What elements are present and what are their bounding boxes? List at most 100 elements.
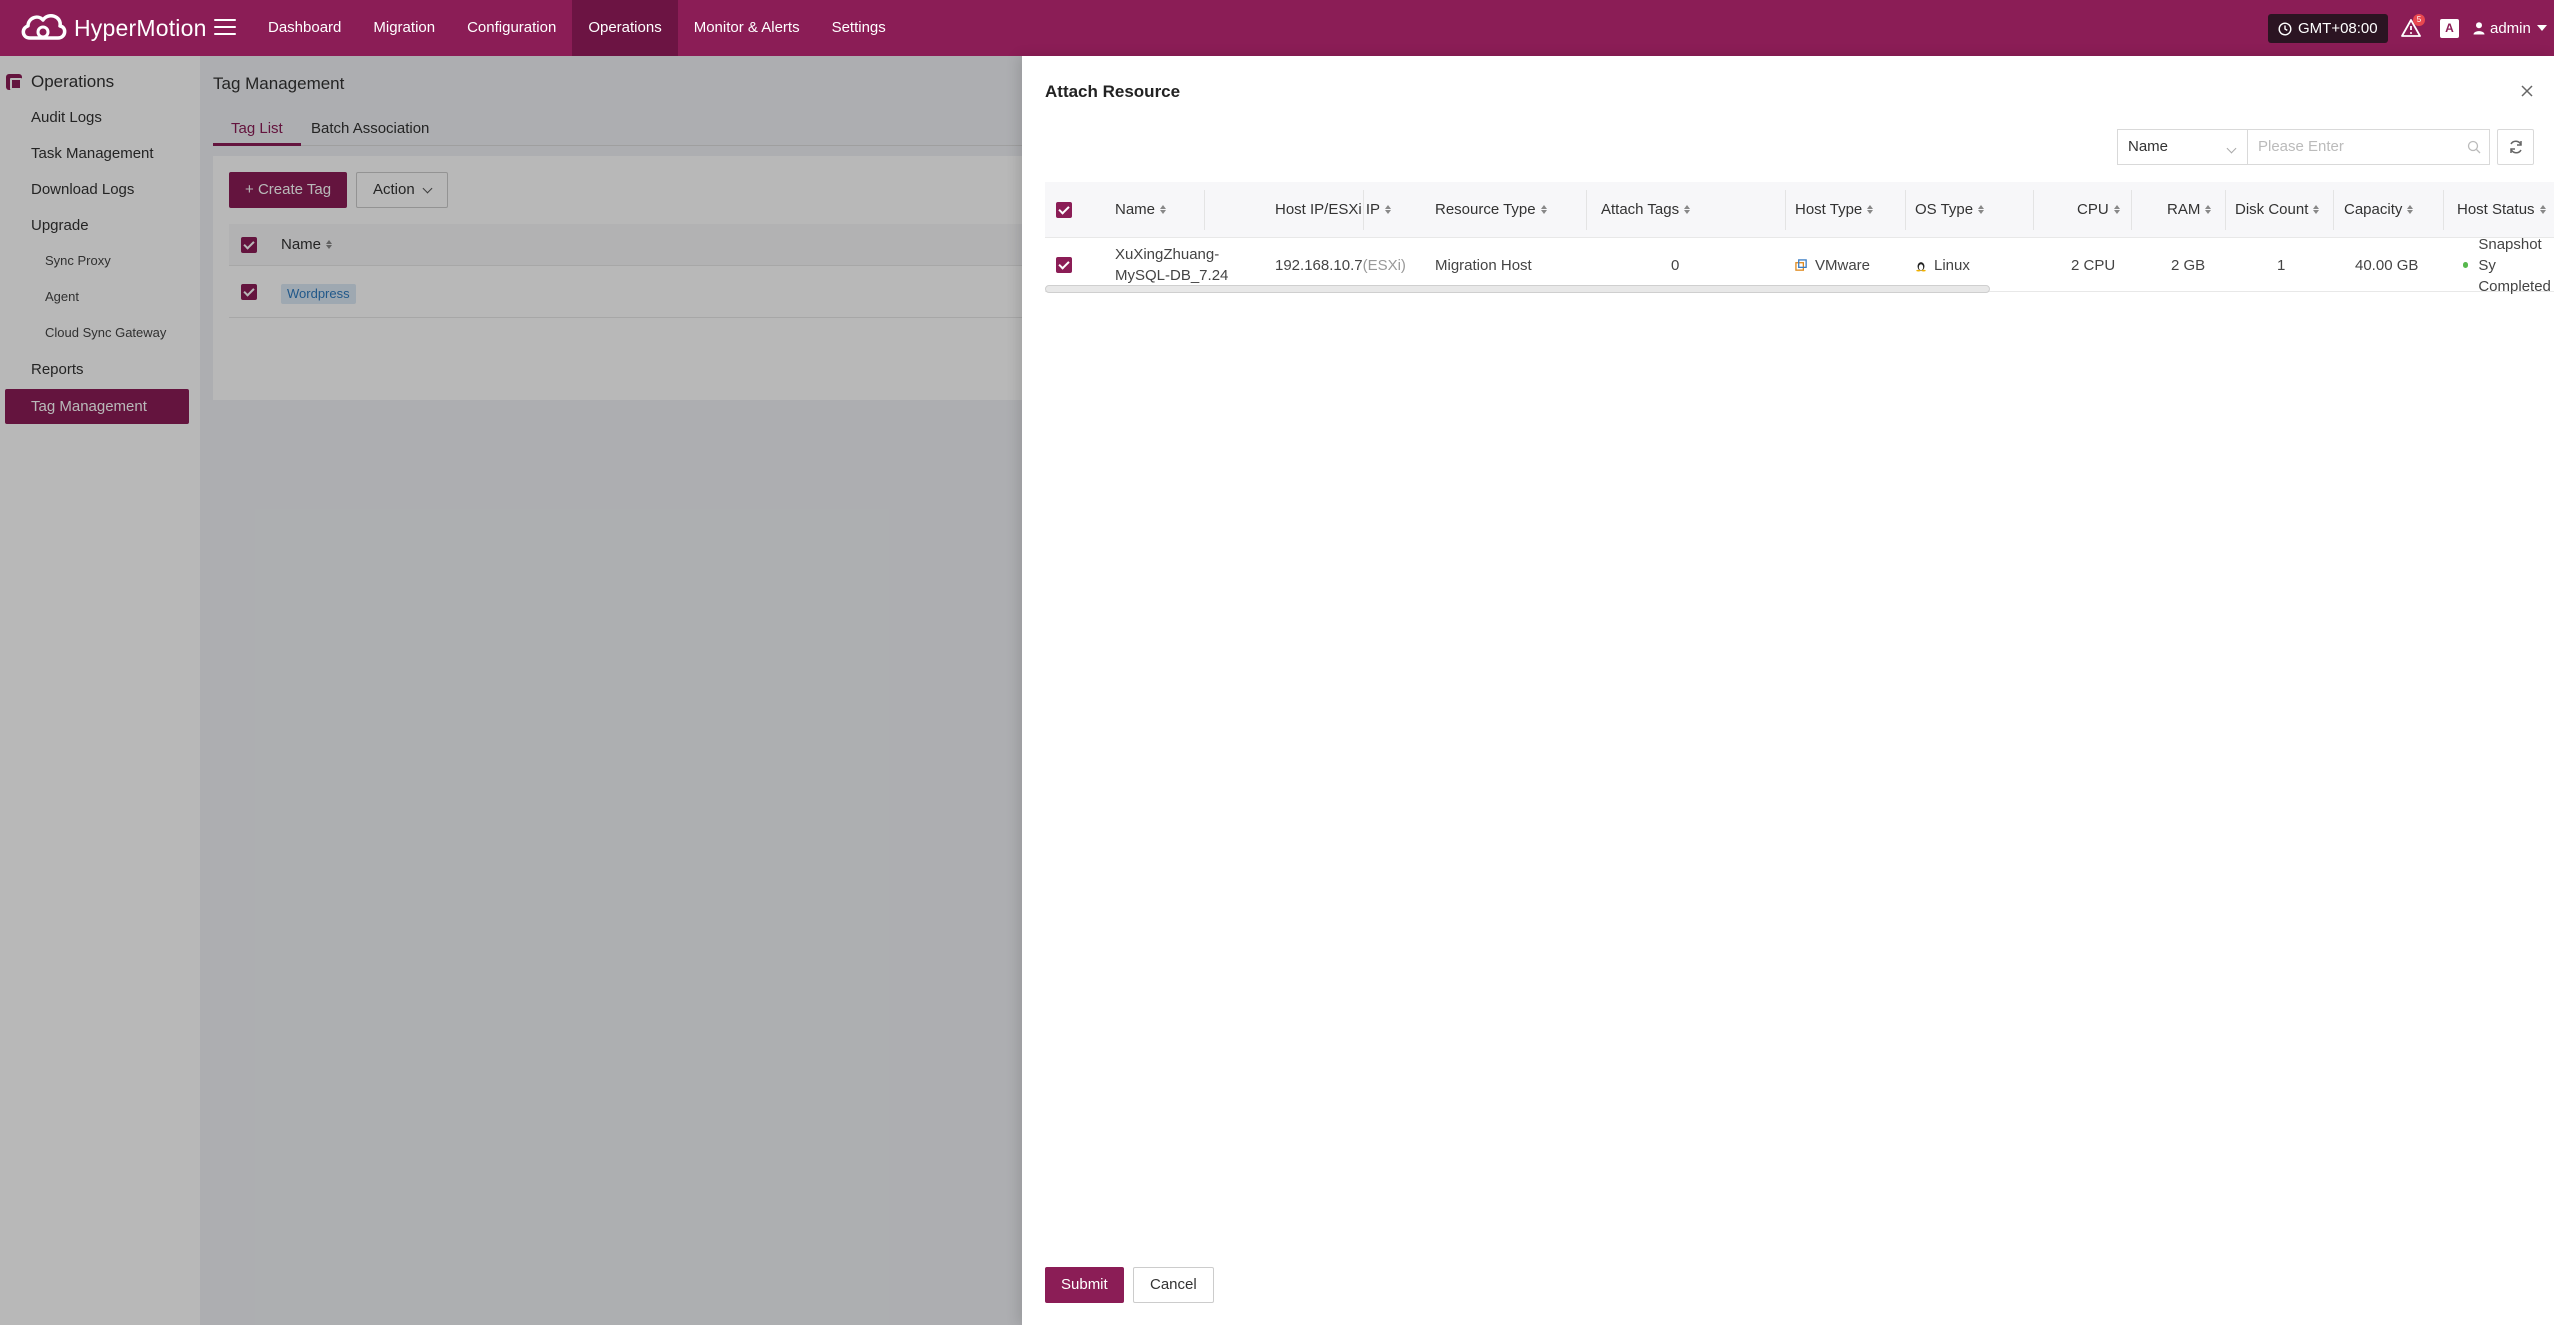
column-divider — [1905, 190, 1906, 230]
app-logo[interactable]: HyperMotion — [18, 8, 207, 48]
main-nav: Dashboard Migration Configuration Operat… — [252, 0, 902, 56]
chevron-down-icon — [2226, 143, 2237, 154]
column-header-host-ip[interactable]: Host IP/ESXi IP — [1275, 201, 1392, 218]
sort-icon — [1160, 205, 1167, 214]
nav-operations[interactable]: Operations — [572, 0, 678, 56]
cell-name: XuXingZhuang- MySQL-DB_7.24 — [1115, 238, 1228, 292]
host-status-line2: Completed — [2478, 277, 2551, 295]
top-navbar: HyperMotion Dashboard Migration Configur… — [0, 0, 2554, 56]
app-name: HyperMotion — [74, 14, 207, 41]
column-header-host-type[interactable]: Host Type — [1795, 201, 1874, 218]
sort-icon — [2113, 205, 2120, 214]
column-header-label: Disk Count — [2235, 201, 2309, 218]
host-type-label: VMware — [1815, 256, 1871, 274]
status-dot-icon — [2463, 262, 2469, 268]
os-type-label: Linux — [1934, 256, 1970, 274]
modal-mask[interactable] — [0, 56, 1022, 1325]
filter-field-select[interactable]: Name — [2117, 129, 2247, 165]
cell-host-status: Snapshot Sy Completed — [2463, 236, 2554, 295]
sort-icon — [2205, 205, 2212, 214]
nav-configuration[interactable]: Configuration — [451, 0, 572, 56]
column-header-host-status[interactable]: Host Status — [2457, 201, 2546, 218]
cell-capacity: 40.00 GB — [2355, 256, 2419, 274]
column-divider — [1204, 190, 1205, 230]
cell-host-type: VMware — [1795, 238, 1870, 292]
refresh-button[interactable] — [2497, 129, 2534, 165]
nav-dashboard[interactable]: Dashboard — [252, 0, 357, 56]
cell-cpu: 2 CPU — [2071, 256, 2116, 274]
search-placeholder: Please Enter — [2258, 138, 2344, 155]
linux-icon — [1916, 261, 1926, 271]
user-menu[interactable]: admin — [2472, 16, 2547, 40]
caret-down-icon — [2536, 25, 2547, 31]
table-row[interactable]: XuXingZhuang- MySQL-DB_7.24 192.168.10.7… — [1045, 236, 2554, 295]
alert-count-badge: 5 — [2413, 14, 2425, 26]
column-header-label: Host IP/ESXi IP — [1275, 201, 1381, 218]
sort-icon — [2539, 205, 2546, 214]
cloud-logo-icon — [21, 14, 67, 40]
host-ip: 192.168.10.7 — [1275, 256, 1363, 274]
sort-icon — [1978, 205, 1985, 214]
sort-icon — [1867, 205, 1874, 214]
cell-disk-count: 1 — [2277, 256, 2286, 274]
select-all-checkbox[interactable] — [1056, 202, 1072, 218]
attach-resource-drawer: Attach Resource Name Please Enter Name H… — [1022, 56, 2554, 1325]
timezone-label: GMT+08:00 — [2298, 20, 2378, 37]
column-divider — [2443, 190, 2444, 230]
submit-button[interactable]: Submit — [1045, 1267, 1124, 1303]
timezone-badge[interactable]: GMT+08:00 — [2268, 14, 2388, 43]
column-header-ram[interactable]: RAM — [2167, 201, 2212, 218]
host-ip-type: (ESXi) — [1362, 256, 1406, 274]
filter-field-value: Name — [2128, 138, 2169, 155]
column-header-cpu[interactable]: CPU — [2077, 201, 2120, 218]
cell-ram: 2 GB — [2171, 256, 2206, 274]
column-divider — [1363, 190, 1364, 230]
column-header-capacity[interactable]: Capacity — [2344, 201, 2414, 218]
nav-migration[interactable]: Migration — [357, 0, 451, 56]
resource-table-header: Name Host IP/ESXi IP Resource Type Attac… — [1045, 182, 2554, 238]
refresh-icon — [2509, 140, 2522, 154]
column-divider — [2225, 190, 2226, 230]
language-icon[interactable]: A — [2440, 19, 2459, 38]
host-status-text: Snapshot Sy Completed — [2478, 234, 2554, 297]
user-name: admin — [2490, 19, 2531, 37]
cancel-button[interactable]: Cancel — [1133, 1267, 1214, 1303]
search-input[interactable]: Please Enter — [2247, 129, 2490, 165]
column-header-label: Host Type — [1795, 201, 1863, 218]
column-header-resource-type[interactable]: Resource Type — [1435, 201, 1547, 218]
close-icon[interactable] — [2518, 82, 2536, 100]
column-header-name[interactable]: Name — [1115, 201, 1167, 218]
user-icon — [2473, 22, 2485, 35]
column-header-os-type[interactable]: OS Type — [1915, 201, 1985, 218]
column-divider — [1785, 190, 1786, 230]
nav-settings[interactable]: Settings — [816, 0, 902, 56]
column-divider — [2033, 190, 2034, 230]
column-header-label: OS Type — [1915, 201, 1974, 218]
sort-icon — [1684, 205, 1691, 214]
cell-resource-type: Migration Host — [1435, 256, 1532, 274]
sort-icon — [1385, 205, 1392, 214]
host-status-line1: Snapshot Sy — [2478, 235, 2542, 274]
clock-icon — [2278, 21, 2292, 36]
row-checkbox[interactable] — [1056, 257, 1072, 273]
column-header-attach-tags[interactable]: Attach Tags — [1601, 201, 1691, 218]
column-divider — [2131, 190, 2132, 230]
column-divider — [2333, 190, 2334, 230]
column-header-label: Attach Tags — [1601, 201, 1680, 218]
sort-icon — [2407, 205, 2414, 214]
cell-host-ip: 192.168.10.7 (ESXi) — [1275, 238, 1406, 292]
column-header-label: CPU — [2077, 201, 2109, 218]
menu-toggle-icon[interactable] — [214, 16, 236, 38]
column-header-label: Capacity — [2344, 201, 2403, 218]
drawer-title: Attach Resource — [1045, 82, 1181, 101]
column-header-disk-count[interactable]: Disk Count — [2235, 201, 2320, 218]
sort-icon — [2313, 205, 2320, 214]
nav-monitor-alerts[interactable]: Monitor & Alerts — [678, 0, 816, 56]
vmware-icon — [1795, 258, 1807, 271]
cell-attach-tags: 0 — [1671, 256, 1680, 274]
cell-os-type: Linux — [1915, 238, 1970, 292]
horizontal-scrollbar[interactable] — [1045, 285, 1990, 293]
sort-icon — [1540, 205, 1547, 214]
column-header-label: Host Status — [2457, 201, 2535, 218]
host-name-line2: MySQL-DB_7.24 — [1115, 267, 1229, 284]
